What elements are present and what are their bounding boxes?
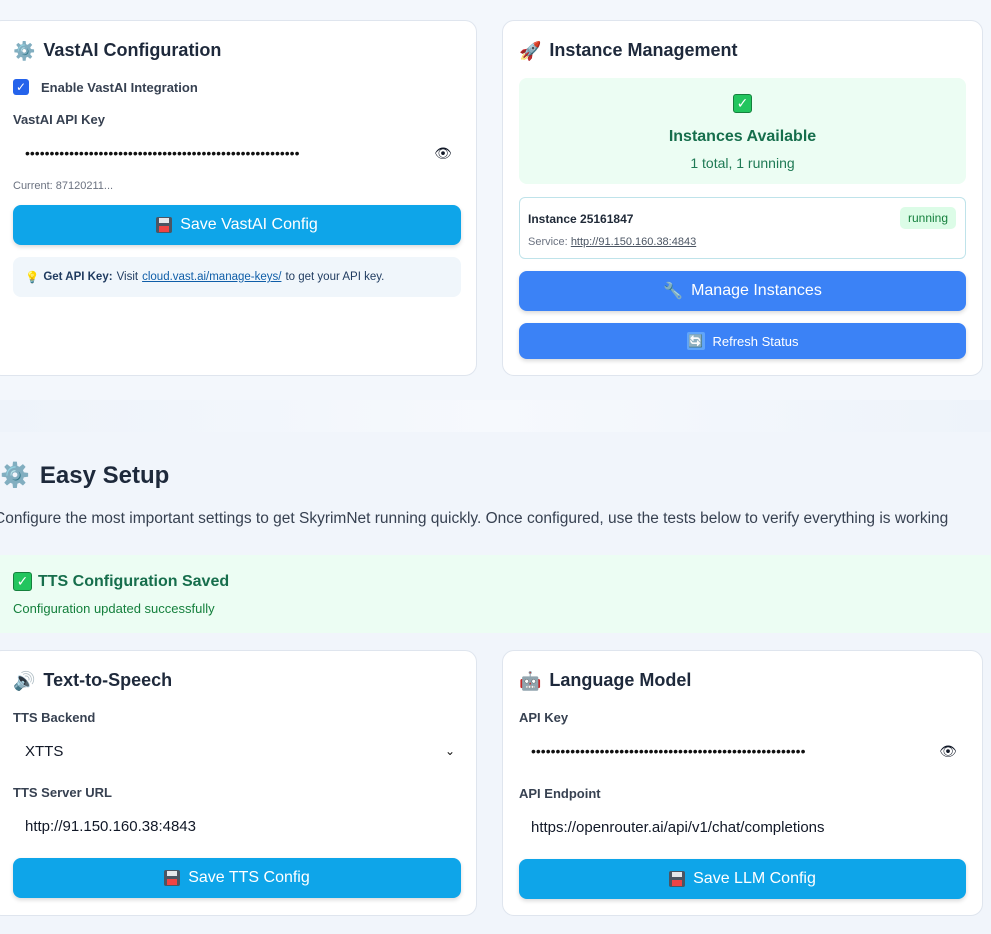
instance-row[interactable]: [519, 197, 966, 259]
llm-endpoint-label: API Endpoint: [519, 786, 601, 801]
llm-card-title: 🤖 Language Model: [519, 670, 692, 691]
llm-api-key-input[interactable]: ••••••••••••••••••••••••••••••••••••••••…: [519, 732, 966, 770]
refresh-status-button[interactable]: 🔄 Refresh Status: [519, 323, 966, 359]
floppy-disk-icon: [669, 871, 686, 887]
check-icon: ✓: [13, 572, 32, 591]
llm-endpoint-input[interactable]: https://openrouter.ai/api/v1/chat/comple…: [519, 808, 966, 846]
floppy-disk-icon: [156, 217, 173, 233]
chevron-down-icon: ⌄: [444, 744, 455, 758]
easy-setup-description: Configure the most important settings to…: [0, 510, 949, 527]
tts-backend-select[interactable]: XTTS ⌄: [13, 732, 461, 770]
gear-icon: ⚙️: [13, 40, 36, 61]
instances-status-count: 1 total, 1 running: [690, 155, 795, 171]
floppy-disk-icon: [164, 870, 181, 886]
instance-name: Instance 25161847: [528, 212, 634, 226]
enable-vastai-checkbox[interactable]: ✓: [13, 79, 29, 95]
manage-instances-button[interactable]: 🔧 Manage Instances: [519, 271, 966, 311]
save-llm-config-button[interactable]: Save LLM Config: [519, 859, 966, 899]
wrench-icon: 🔧: [663, 283, 684, 300]
instance-status-badge: running: [900, 207, 957, 229]
robot-icon: 🤖: [519, 670, 542, 691]
vastai-card-title: ⚙️ VastAI Configuration: [13, 40, 222, 61]
notice-title: ✓ TTS Configuration Saved: [13, 572, 229, 591]
instance-card-title: 🚀 Instance Management: [519, 40, 738, 61]
tts-server-url-label: TTS Server URL: [13, 785, 112, 800]
eye-icon[interactable]: 👁: [431, 145, 455, 162]
vastai-api-key-input[interactable]: ••••••••••••••••••••••••••••••••••••••••…: [13, 134, 461, 172]
success-notice: [0, 555, 991, 633]
api-key-tip: 💡 Get API Key: Visit cloud.vast.ai/manag…: [13, 257, 461, 297]
check-icon: ✓: [733, 94, 752, 113]
tts-card-title: 🔊 Text-to-Speech: [13, 670, 173, 691]
vastai-api-key-label: VastAI API Key: [13, 112, 106, 127]
vastai-config-card: [0, 20, 477, 376]
save-vastai-config-button[interactable]: Save VastAI Config: [13, 205, 461, 245]
easy-setup-heading: ⚙️ Easy Setup: [0, 461, 170, 490]
manage-keys-link[interactable]: cloud.vast.ai/manage-keys/: [142, 271, 281, 283]
lightbulb-icon: 💡: [25, 272, 40, 284]
tts-backend-label: TTS Backend: [13, 710, 96, 725]
notice-message: Configuration updated successfully: [13, 601, 215, 616]
tts-server-url-input[interactable]: http://91.150.160.38:4843: [13, 807, 461, 845]
instance-service: Service: http://91.150.160.38:4843: [528, 236, 697, 248]
rocket-icon: 🚀: [519, 40, 542, 61]
llm-api-key-label: API Key: [519, 710, 569, 725]
save-tts-config-button[interactable]: Save TTS Config: [13, 858, 461, 898]
speaker-icon: 🔊: [13, 670, 36, 691]
enable-vastai-label[interactable]: Enable VastAI Integration: [41, 80, 198, 95]
refresh-icon: 🔄: [686, 332, 705, 350]
instance-service-link[interactable]: http://91.150.160.38:4843: [571, 236, 696, 248]
vastai-current-key: Current: 87120211...: [13, 180, 114, 192]
eye-icon[interactable]: 👁: [936, 743, 960, 760]
gear-icon: ⚙️: [0, 462, 30, 489]
section-divider: [0, 400, 991, 432]
instances-status-title: Instances Available: [668, 128, 817, 145]
